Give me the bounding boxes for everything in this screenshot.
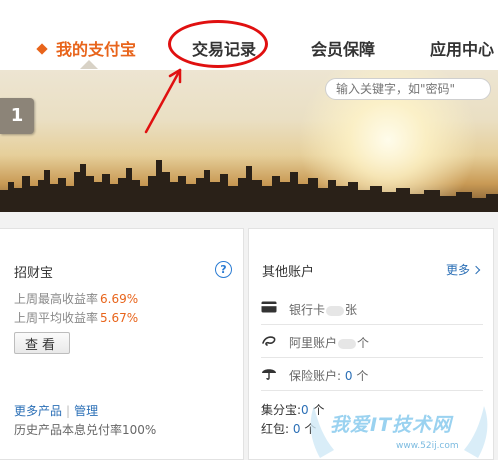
bank-card-text: 银行卡 [289, 303, 326, 317]
insurance-account-unit: 个 [356, 369, 369, 383]
product-links: 更多产品 | 管理 [14, 402, 98, 419]
insurance-account-text: 保险账户: [289, 369, 342, 383]
manage-link[interactable]: 管理 [74, 404, 98, 418]
city-skyline-image [0, 160, 498, 212]
bank-card-unit: 张 [345, 303, 358, 317]
nav-my-alipay[interactable]: 我的支付宝 [36, 36, 137, 60]
alibaba-account-row[interactable]: 阿里账户 个 [261, 324, 483, 358]
average-yield-row: 上周平均收益率 5.67% [14, 309, 138, 326]
link-separator: | [66, 404, 71, 418]
wealth-card-title: 招财宝 [14, 266, 54, 281]
search-input[interactable] [325, 78, 491, 100]
other-accounts-title: 其他账户 [262, 265, 315, 280]
average-yield-label: 上周平均收益率 [14, 311, 99, 325]
annotation-ellipse [168, 20, 268, 68]
insurance-account-count[interactable]: 0 [345, 369, 353, 383]
average-yield-value: 5.67% [100, 311, 139, 325]
insurance-account-row[interactable]: 保险账户: 0 个 [261, 357, 483, 391]
watermark-text: 我爱IT技术网 [330, 414, 453, 436]
bank-card-icon [261, 301, 277, 313]
watermark-url: www.52ij.com [396, 441, 459, 451]
wealth-card: 招财宝 ? 上周最高收益率 6.69% 上周平均收益率 5.67% 查看 更多产品 |… [0, 228, 244, 460]
nav-app-center[interactable]: 应用中心 [430, 36, 494, 60]
nav-my-alipay-label: 我的支付宝 [56, 40, 137, 59]
highest-yield-value: 6.69% [100, 292, 139, 306]
nav-member-protection-label: 会员保障 [311, 40, 376, 59]
redpacket-label: 红包: [261, 422, 290, 436]
active-nav-caret [80, 60, 98, 69]
diamond-icon [36, 42, 48, 55]
redacted-value [326, 305, 345, 316]
highest-yield-label: 上周最高收益率 [14, 292, 99, 306]
insurance-account-label: 保险账户: 0 个 [289, 367, 368, 384]
more-accounts-link[interactable]: 更多 [446, 261, 481, 278]
points-label: 集分宝: [261, 403, 302, 417]
slide-indicator[interactable]: 1 [0, 98, 34, 134]
more-accounts-label: 更多 [446, 263, 471, 277]
highest-yield-row: 上周最高收益率 6.69% [14, 290, 138, 307]
view-button[interactable]: 查看 [14, 332, 70, 354]
chevron-right-icon [471, 265, 481, 275]
promo-banner[interactable]: 1 [0, 70, 498, 212]
history-rate-text: 历史产品本息兑付率100% [14, 423, 157, 437]
alibaba-account-unit: 个 [357, 336, 370, 350]
umbrella-icon [262, 369, 276, 380]
help-icon[interactable]: ? [215, 261, 232, 278]
redacted-value [338, 338, 357, 349]
alibaba-account-label: 阿里账户 个 [289, 334, 369, 351]
bank-card-row[interactable]: 银行卡 张 [261, 291, 483, 325]
more-products-link[interactable]: 更多产品 [14, 404, 62, 418]
bank-card-label: 银行卡 张 [289, 301, 357, 318]
alibaba-account-text: 阿里账户 [289, 336, 338, 350]
nav-member-protection[interactable]: 会员保障 [311, 36, 375, 60]
nav-app-center-label: 应用中心 [430, 40, 495, 59]
alibaba-icon [262, 336, 276, 346]
